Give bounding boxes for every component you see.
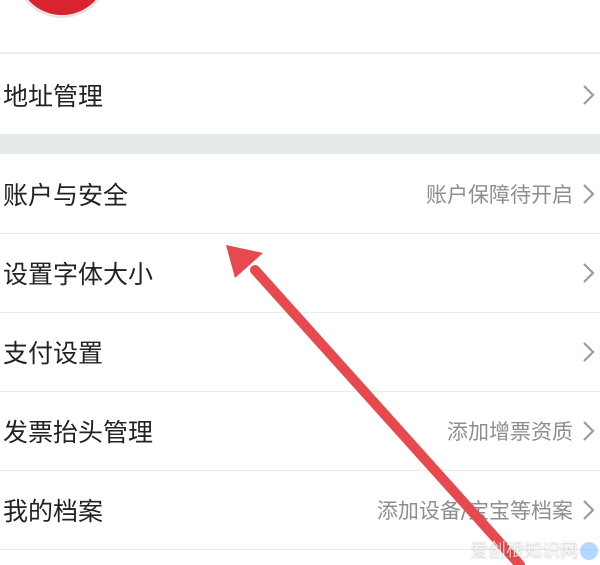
row-label: 我的档案 bbox=[3, 497, 104, 526]
avatar[interactable] bbox=[14, 0, 110, 18]
row-value: 添加增票资质 bbox=[447, 420, 573, 444]
row-label: 地址管理 bbox=[3, 82, 104, 111]
chevron-right-icon bbox=[583, 85, 595, 105]
font-size-row[interactable]: 设置字体大小 bbox=[0, 234, 600, 312]
address-management-row[interactable]: 地址管理 bbox=[0, 56, 600, 134]
chevron-right-icon bbox=[583, 342, 595, 362]
row-value: 添加设备/宝宝等档案 bbox=[376, 499, 573, 523]
section-separator bbox=[0, 134, 600, 154]
invoice-header-row[interactable]: 发票抬头管理 添加增票资质 bbox=[0, 392, 600, 470]
chevron-right-icon bbox=[583, 263, 595, 283]
row-label: 支付设置 bbox=[3, 339, 104, 368]
watermark-logo-icon bbox=[580, 542, 598, 560]
app-screen: 地址管理 账户与安全 账户保障待开启 设置字体大小 支付设置 发票抬头管理 添加… bbox=[0, 0, 600, 565]
profile-header bbox=[0, 0, 600, 53]
row-label: 设置字体大小 bbox=[3, 260, 154, 289]
payment-settings-row[interactable]: 支付设置 bbox=[0, 313, 600, 391]
divider bbox=[0, 52, 600, 54]
chevron-right-icon bbox=[583, 421, 595, 441]
account-security-row[interactable]: 账户与安全 账户保障待开启 bbox=[0, 155, 600, 233]
watermark: 爱创根知识网 bbox=[470, 540, 578, 561]
chevron-right-icon bbox=[583, 500, 595, 520]
row-label: 账户与安全 bbox=[3, 181, 129, 210]
row-value: 账户保障待开启 bbox=[426, 183, 573, 207]
row-label: 发票抬头管理 bbox=[3, 418, 154, 447]
chevron-right-icon bbox=[583, 184, 595, 204]
